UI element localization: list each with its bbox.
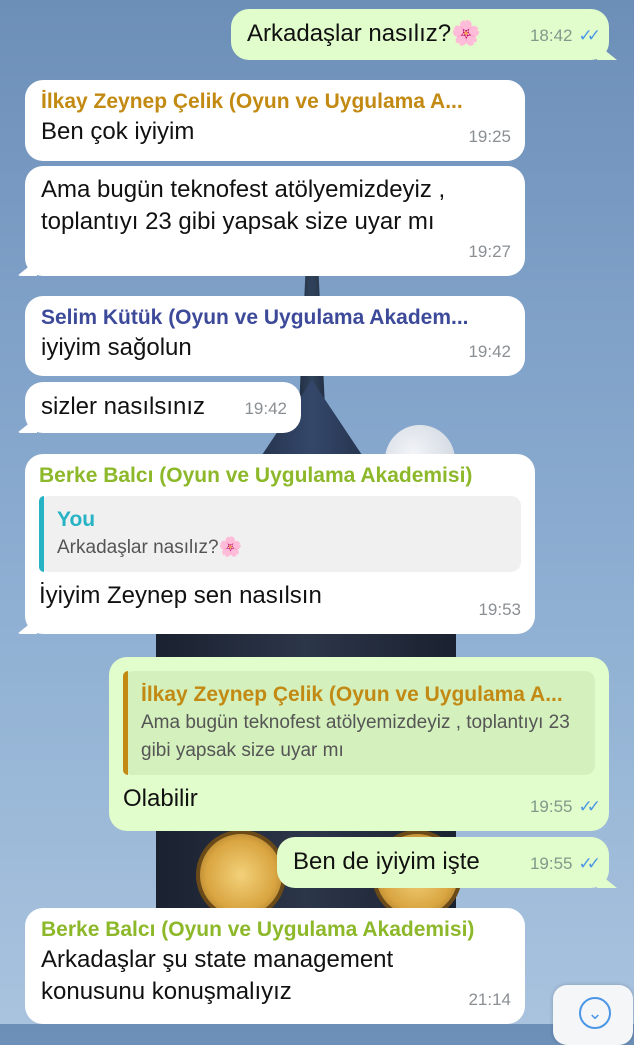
- outgoing-message[interactable]: Arkadaşlar nasılız?🌸 18:42 ✓✓: [231, 9, 617, 60]
- reply-quote[interactable]: You Arkadaşlar nasılız?🌸: [39, 496, 521, 572]
- incoming-message[interactable]: sizler nasılsınız 19:42: [17, 382, 301, 433]
- outgoing-message[interactable]: Ben de iyiyim işte 19:55 ✓✓: [277, 837, 617, 888]
- chevron-down-icon: ⌄: [579, 997, 611, 1029]
- read-ticks-icon: ✓✓: [578, 797, 601, 816]
- reply-text: Ama bugün teknofest atölyemizdeyiz , top…: [141, 712, 570, 761]
- incoming-message[interactable]: İlkay Zeynep Çelik (Oyun ve Uygulama A..…: [25, 80, 525, 161]
- message-text: sizler nasılsınız: [41, 393, 206, 420]
- message-time: 19:42: [244, 399, 287, 418]
- reply-quote[interactable]: İlkay Zeynep Çelik (Oyun ve Uygulama A..…: [123, 671, 595, 775]
- message-meta: 18:42 ✓✓: [529, 20, 601, 52]
- message-time: 19:25: [468, 127, 511, 146]
- outgoing-message[interactable]: İlkay Zeynep Çelik (Oyun ve Uygulama A..…: [109, 657, 609, 831]
- sender-name[interactable]: İlkay Zeynep Çelik (Oyun ve Uygulama A..…: [41, 88, 509, 116]
- message-time: 19:53: [478, 600, 521, 619]
- message-text: Arkadaşlar nasılız?🌸: [247, 20, 481, 47]
- reply-sender: İlkay Zeynep Çelik (Oyun ve Uygulama A..…: [141, 683, 563, 706]
- wallpaper-clock: [196, 830, 286, 920]
- message-time: 18:42: [529, 26, 573, 45]
- reply-text: Arkadaşlar nasılız?🌸: [57, 537, 243, 558]
- message-text: Ben de iyiyim işte: [293, 848, 480, 875]
- message-time: 19:42: [468, 342, 511, 361]
- message-time: 19:55: [529, 797, 573, 816]
- read-ticks-icon: ✓✓: [578, 854, 601, 873]
- message-text: Ben çok iyiyim: [41, 118, 195, 145]
- message-text: Ama bugün teknofest atölyemizdeyiz , top…: [41, 176, 446, 235]
- message-text: Arkadaşlar şu state management konusunu …: [41, 946, 394, 1005]
- message-time: 21:14: [468, 990, 511, 1009]
- incoming-message[interactable]: Berke Balcı (Oyun ve Uygulama Akademisi)…: [17, 454, 535, 634]
- message-time: 19:55: [529, 854, 573, 873]
- reply-sender: You: [57, 508, 96, 531]
- incoming-message[interactable]: Berke Balcı (Oyun ve Uygulama Akademisi)…: [25, 908, 525, 1024]
- sender-name[interactable]: Selim Kütük (Oyun ve Uygulama Akadem...: [41, 304, 509, 332]
- read-ticks-icon: ✓✓: [578, 26, 601, 45]
- sender-name[interactable]: Berke Balcı (Oyun ve Uygulama Akademisi): [41, 916, 509, 944]
- incoming-message[interactable]: Ama bugün teknofest atölyemizdeyiz , top…: [17, 166, 525, 276]
- incoming-message[interactable]: Selim Kütük (Oyun ve Uygulama Akadem... …: [25, 296, 525, 376]
- reply-bar: [39, 496, 44, 572]
- message-time: 19:27: [468, 242, 511, 261]
- message-meta: 19:55 ✓✓: [529, 791, 601, 823]
- message-text: İyiyim Zeynep sen nasılsın: [39, 582, 322, 609]
- scroll-to-bottom-button[interactable]: ⌄: [553, 985, 633, 1045]
- message-meta: 19:55 ✓✓: [529, 848, 601, 880]
- sender-name[interactable]: Berke Balcı (Oyun ve Uygulama Akademisi): [39, 462, 521, 490]
- reply-bar: [123, 671, 128, 775]
- message-text: iyiyim sağolun: [41, 334, 192, 361]
- message-text: Olabilir: [123, 785, 198, 812]
